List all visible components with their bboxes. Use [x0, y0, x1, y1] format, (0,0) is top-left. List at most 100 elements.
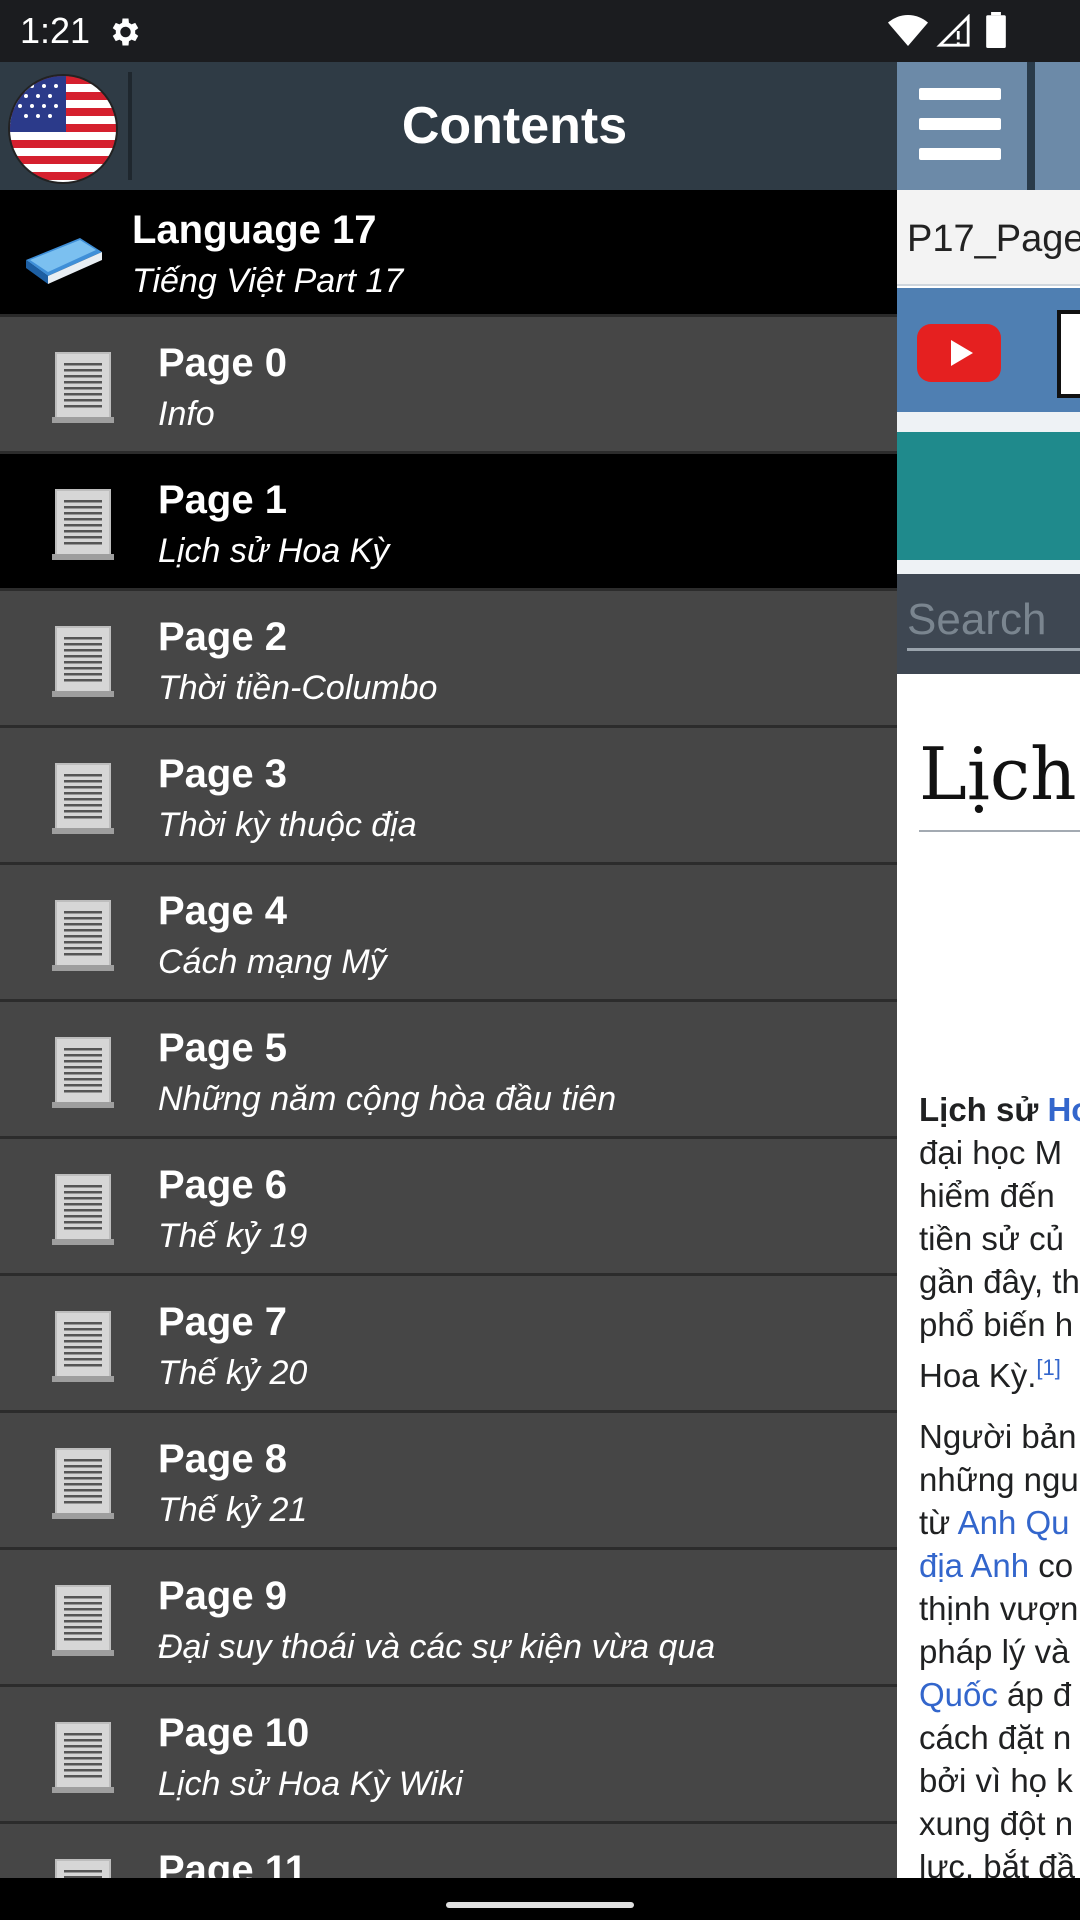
page-list-item[interactable]: Page 8 Thế kỷ 21 [0, 1413, 897, 1550]
page-list-item[interactable]: Page 10 Lịch sử Hoa Kỳ Wiki [0, 1687, 897, 1824]
body-line: cách đặt n [919, 1719, 1072, 1756]
body-line: Hoa Kỳ. [919, 1357, 1037, 1394]
body-line: những ngu [919, 1461, 1079, 1498]
article-link[interactable]: Quốc [919, 1676, 998, 1713]
language-section-header[interactable]: Language 17 Tiếng Việt Part 17 [0, 190, 897, 317]
page-list-item[interactable]: Page 1 Lịch sử Hoa Kỳ [0, 454, 897, 591]
body-line: pháp lý và [919, 1633, 1070, 1670]
article-body: Lịch sử Ho đại học M hiểm đến tiền sử củ… [919, 1088, 1080, 1878]
page-item-subtitle: Cách mạng Mỹ [158, 943, 387, 981]
body-line: Người bản [919, 1418, 1077, 1455]
search-bar [897, 574, 1080, 674]
menu-icon[interactable] [897, 62, 1027, 190]
content-pane: P17_Page Lịch Lịch sử Ho đại học M hiểm … [897, 62, 1080, 1878]
us-flag-icon[interactable] [10, 76, 116, 182]
home-handle[interactable] [446, 1902, 634, 1908]
page-list-item[interactable]: Page 3 Thời kỳ thuộc địa [0, 728, 897, 865]
navigation-drawer: Contents Language 17 Tiếng Việt Part 17 … [0, 62, 897, 1878]
system-navigation-bar [0, 1878, 1080, 1920]
page-list-item[interactable]: Page 5 Những năm cộng hòa đầu tiên [0, 1002, 897, 1139]
body-text: từ [919, 1504, 958, 1541]
page-icon [50, 1854, 116, 1878]
article-link[interactable]: Anh Qu [958, 1504, 1070, 1541]
page-item-title: Page 5 [158, 1026, 287, 1070]
content-toolbar [897, 62, 1080, 190]
article-link[interactable]: địa Anh [919, 1547, 1029, 1584]
document-icon[interactable] [1057, 310, 1080, 398]
body-line: phổ biến h [919, 1306, 1074, 1343]
page-list-item[interactable]: Page 2 Thời tiền-Columbo [0, 591, 897, 728]
article-title: Lịch [919, 732, 1077, 816]
body-line: xung đột n [919, 1805, 1074, 1842]
page-item-subtitle: Thời tiền-Columbo [158, 669, 438, 707]
page-icon [50, 484, 116, 564]
page-item-subtitle: Đại suy thoái và các sự kiện vừa qua [158, 1628, 716, 1666]
page-icon [50, 1443, 116, 1523]
page-item-title: Page 7 [158, 1300, 287, 1344]
wifi-icon [888, 15, 928, 46]
youtube-icon[interactable] [917, 324, 1001, 382]
body-line: tiền sử củ [919, 1220, 1064, 1257]
banner [897, 432, 1080, 560]
section-title: Language 17 [132, 208, 377, 252]
page-icon [50, 621, 116, 701]
title-divider [919, 830, 1080, 832]
toolbar-button[interactable] [1035, 62, 1080, 190]
page-item-subtitle: Thời kỳ thuộc địa [158, 806, 417, 844]
page-list-item[interactable]: Page 11 [0, 1824, 897, 1878]
page-list-item[interactable]: Page 4 Cách mạng Mỹ [0, 865, 897, 1002]
battery-icon [986, 12, 1006, 48]
drawer-header: Contents [0, 62, 897, 190]
reference-link[interactable]: [1] [1036, 1355, 1060, 1380]
page-item-subtitle: Những năm cộng hòa đầu tiên [158, 1080, 617, 1118]
toolbar-divider [1027, 62, 1035, 190]
page-item-title: Page 8 [158, 1437, 287, 1481]
page-item-subtitle: Thế kỷ 19 [158, 1217, 308, 1255]
url-bar[interactable]: P17_Page [897, 190, 1080, 286]
article-link[interactable]: Ho [1047, 1091, 1080, 1128]
page-item-title: Page 4 [158, 889, 287, 933]
body-line: đại học M [919, 1134, 1063, 1171]
search-input[interactable] [907, 592, 1080, 651]
page-item-title: Page 10 [158, 1711, 310, 1755]
drawer-title: Contents [401, 97, 628, 155]
body-line: lực, bắt đầ [919, 1848, 1076, 1878]
page-list-item[interactable]: Page 0 Info [0, 317, 897, 454]
page-item-title: Page 11 [158, 1848, 308, 1878]
gear-icon [112, 18, 139, 46]
lead-text: Lịch sử [919, 1091, 1048, 1128]
page-item-title: Page 9 [158, 1574, 287, 1618]
page-list-item[interactable]: Page 7 Thế kỷ 20 [0, 1276, 897, 1413]
page-icon [50, 1032, 116, 1112]
page-list-item[interactable]: Page 9 Đại suy thoái và các sự kiện vừa q… [0, 1550, 897, 1687]
status-bar: 1:21 [0, 0, 1080, 62]
page-icon [50, 347, 116, 427]
url-text: P17_Page [907, 218, 1080, 260]
page-list: Page 0 Info Page 1 Lịch sử Hoa Kỳ Page 2 Thời… [0, 317, 897, 1878]
spacer [897, 560, 1080, 574]
page-list-item[interactable]: Page 6 Thế kỷ 19 [0, 1139, 897, 1276]
page-item-title: Page 6 [158, 1163, 287, 1207]
section-subtitle: Tiếng Việt Part 17 [132, 262, 404, 300]
page-item-subtitle: Thế kỷ 21 [158, 1491, 308, 1529]
body-line: bởi vì họ k [919, 1762, 1073, 1799]
page-icon [50, 1717, 116, 1797]
status-time: 1:21 [20, 10, 91, 51]
page-item-title: Page 3 [158, 752, 287, 796]
page-item-title: Page 0 [158, 341, 287, 385]
page-icon [50, 1169, 116, 1249]
signal-icon [936, 14, 970, 47]
body-line: thịnh vượn [919, 1590, 1079, 1627]
book-icon [26, 238, 102, 284]
media-bar [897, 288, 1080, 412]
page-item-subtitle: Lịch sử Hoa Kỳ Wiki [158, 1765, 463, 1803]
page-item-title: Page 1 [158, 478, 287, 522]
page-icon [50, 895, 116, 975]
page-item-subtitle: Thế kỷ 20 [158, 1354, 308, 1392]
page-item-subtitle: Lịch sử Hoa Kỳ [158, 532, 390, 570]
body-line: gần đây, th [919, 1263, 1080, 1300]
page-item-subtitle: Info [158, 395, 215, 433]
page-icon [50, 758, 116, 838]
page-item-title: Page 2 [158, 615, 287, 659]
body-text: áp đ [997, 1676, 1072, 1713]
